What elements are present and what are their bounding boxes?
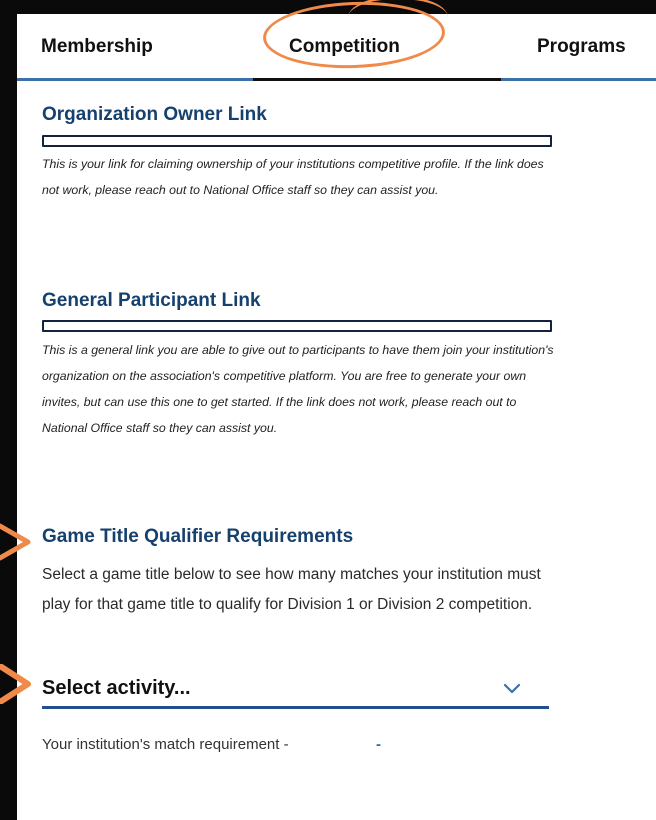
owner-link-field[interactable] bbox=[42, 135, 552, 147]
annotation-arrow-icon bbox=[0, 523, 31, 561]
participant-link-title: General Participant Link bbox=[42, 290, 261, 311]
owner-link-title: Organization Owner Link bbox=[42, 104, 267, 125]
match-requirement-value: - bbox=[376, 736, 381, 753]
chevron-down-icon bbox=[503, 683, 521, 694]
participant-link-note: This is a general link you are able to g… bbox=[42, 343, 554, 435]
activity-select[interactable]: Select activity... bbox=[42, 670, 549, 709]
tab-competition[interactable]: Competition bbox=[289, 14, 400, 80]
owner-link-note: This is your link for claiming ownership… bbox=[42, 157, 544, 197]
tab-underline-active bbox=[253, 78, 501, 81]
tab-underline-membership bbox=[17, 78, 253, 81]
tab-programs[interactable]: Programs bbox=[537, 14, 626, 80]
annotation-arrow-icon bbox=[0, 664, 31, 704]
tab-underline-programs bbox=[501, 78, 656, 81]
tab-bar: Membership Competition Programs bbox=[17, 14, 656, 81]
qualifier-title: Game Title Qualifier Requirements bbox=[42, 526, 354, 547]
tab-membership[interactable]: Membership bbox=[41, 14, 153, 80]
qualifier-description: Select a game title below to see how man… bbox=[42, 566, 541, 613]
page-frame: Membership Competition Programs Organiza… bbox=[0, 0, 656, 820]
participant-link-field[interactable] bbox=[42, 320, 552, 332]
activity-select-label: Select activity... bbox=[42, 676, 191, 699]
frame-border-top bbox=[0, 0, 656, 14]
match-requirement-label: Your institution's match requirement - bbox=[42, 736, 289, 753]
